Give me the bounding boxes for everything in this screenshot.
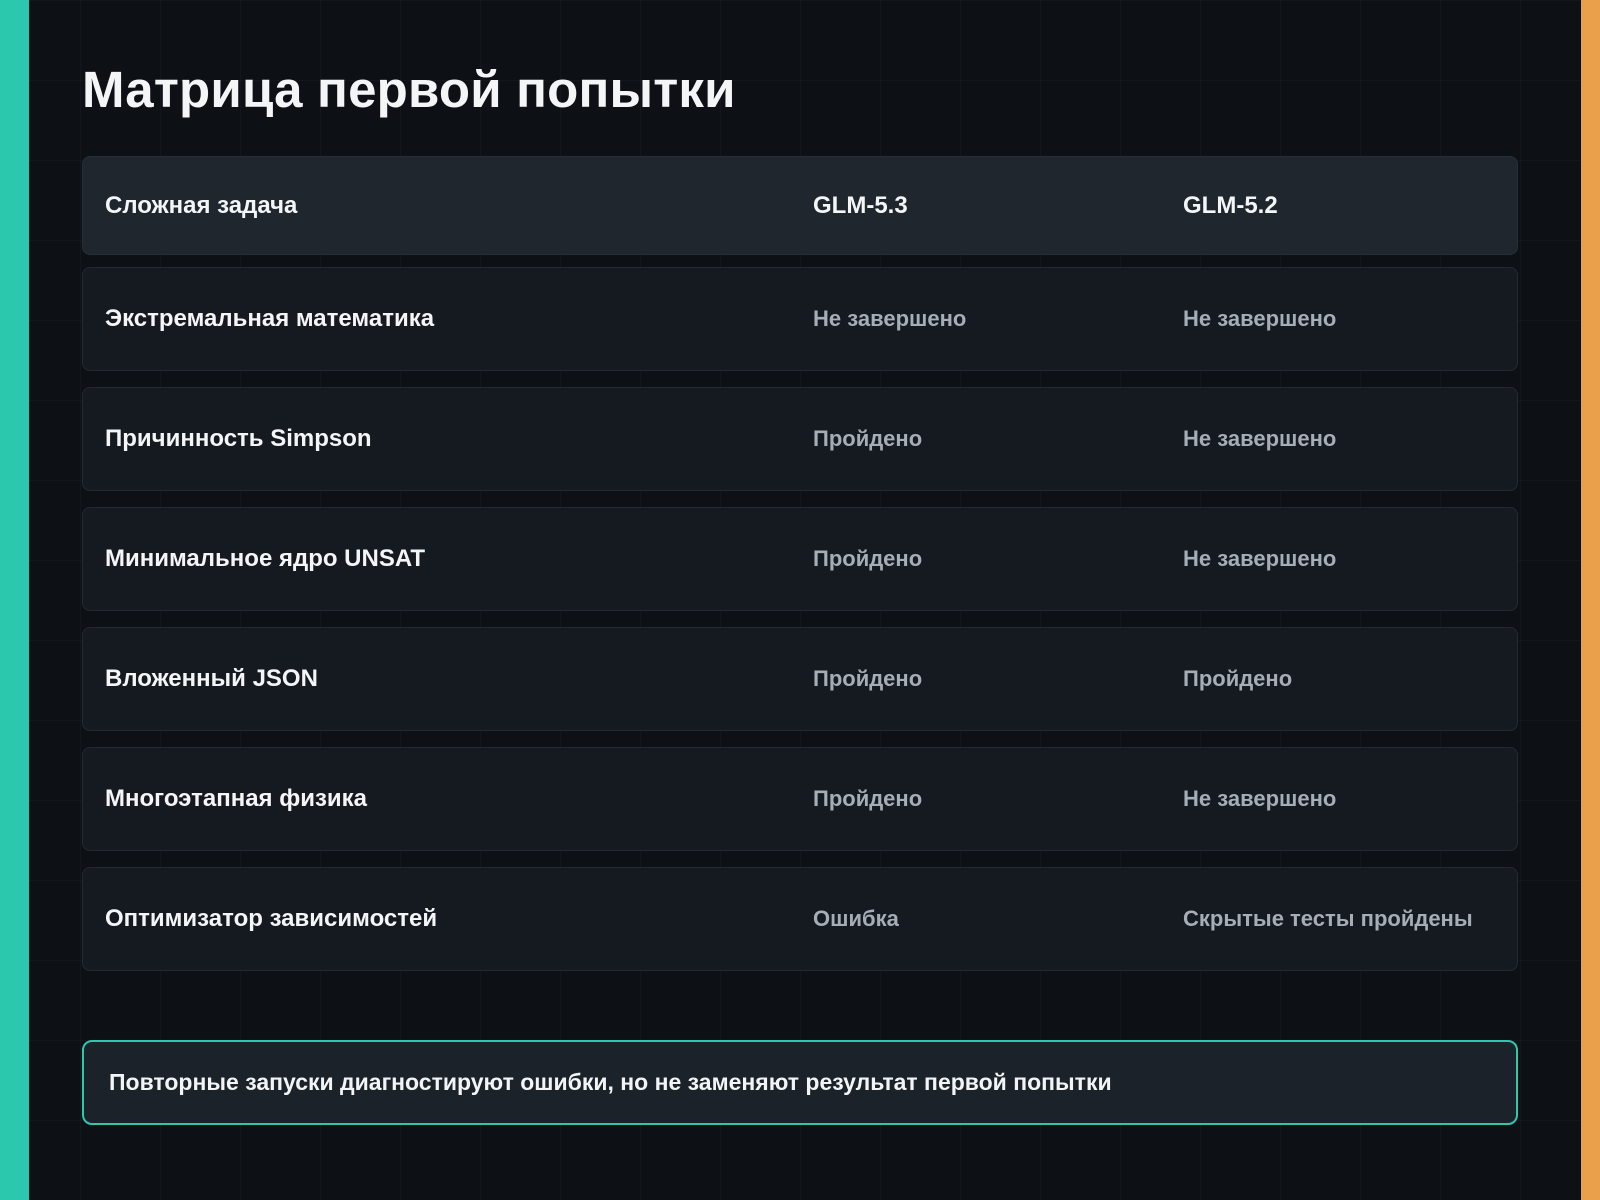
task-name: Экстремальная математика <box>105 305 435 332</box>
result-model-b: Не завершено <box>1183 546 1337 571</box>
footnote-callout: Повторные запуски диагностируют ошибки, … <box>82 1040 1518 1125</box>
page-title: Матрица первой попытки <box>82 61 736 118</box>
table-row: Вложенный JSON Пройдено Пройдено <box>82 627 1518 731</box>
table-row: Минимальное ядро UNSAT Пройдено Не завер… <box>82 507 1518 611</box>
table-row: Причинность Simpson Пройдено Не завершен… <box>82 387 1518 491</box>
right-accent-bar <box>1581 0 1600 1200</box>
header-model-b: GLM-5.2 <box>1183 191 1278 219</box>
table-row: Многоэтапная физика Пройдено Не завершен… <box>82 747 1518 851</box>
result-model-b: Пройдено <box>1183 666 1293 691</box>
result-model-b: Скрытые тесты пройдены <box>1183 906 1473 931</box>
result-model-a: Пройдено <box>813 546 923 571</box>
header-task: Сложная задача <box>105 191 298 219</box>
task-name: Оптимизатор зависимостей <box>105 905 438 932</box>
task-name: Многоэтапная физика <box>105 785 368 812</box>
task-name: Минимальное ядро UNSAT <box>105 545 426 572</box>
results-table: Сложная задача GLM-5.3 GLM-5.2 Экстремал… <box>82 156 1518 987</box>
result-model-a: Пройдено <box>813 426 923 451</box>
task-name: Вложенный JSON <box>105 665 318 692</box>
result-model-a: Пройдено <box>813 786 923 811</box>
result-model-b: Не завершено <box>1183 306 1337 331</box>
table-row: Экстремальная математика Не завершено Не… <box>82 267 1518 371</box>
header-model-a: GLM-5.3 <box>813 191 908 219</box>
table-row: Оптимизатор зависимостей Ошибка Скрытые … <box>82 867 1518 971</box>
left-accent-bar <box>0 0 29 1200</box>
result-model-a: Ошибка <box>813 906 899 931</box>
task-name: Причинность Simpson <box>105 425 372 452</box>
result-model-b: Не завершено <box>1183 786 1337 811</box>
result-model-b: Не завершено <box>1183 426 1337 451</box>
result-model-a: Не завершено <box>813 306 967 331</box>
table-header-row: Сложная задача GLM-5.3 GLM-5.2 <box>82 156 1518 255</box>
result-model-a: Пройдено <box>813 666 923 691</box>
